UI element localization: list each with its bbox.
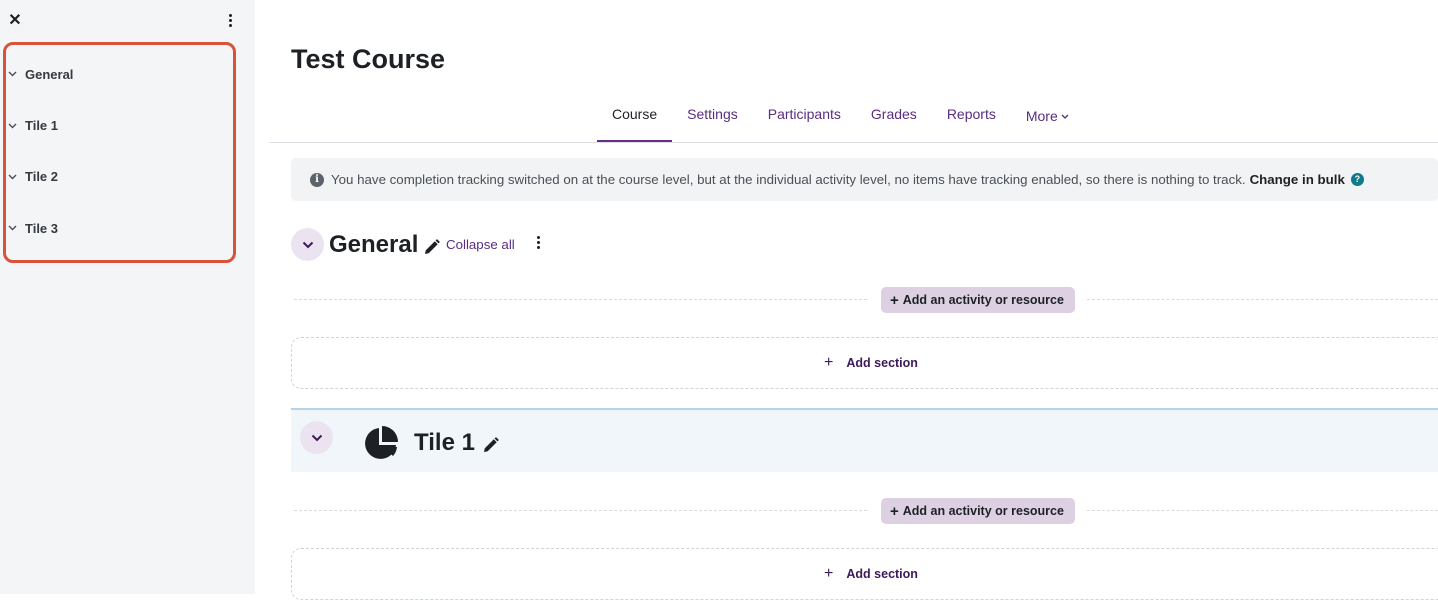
- change-in-bulk-link[interactable]: Change in bulk: [1250, 172, 1345, 187]
- index-item-tile-2[interactable]: Tile 2: [0, 151, 230, 202]
- tab-participants[interactable]: Participants: [753, 100, 856, 143]
- tab-reports[interactable]: Reports: [932, 100, 1011, 143]
- pencil-icon[interactable]: [482, 436, 500, 454]
- tab-grades[interactable]: Grades: [856, 100, 932, 143]
- index-item-tile-1[interactable]: Tile 1: [0, 100, 230, 151]
- index-item-tile-3[interactable]: Tile 3: [0, 203, 230, 254]
- page-title: Test Course: [291, 44, 446, 74]
- add-section-label: Add section: [846, 356, 918, 370]
- plus-icon: +: [890, 502, 899, 520]
- activity-divider: [294, 299, 867, 300]
- tab-more[interactable]: More: [1011, 100, 1084, 143]
- section-options-menu-icon[interactable]: [531, 234, 545, 252]
- help-icon[interactable]: ?: [1350, 173, 1364, 186]
- tab-settings[interactable]: Settings: [672, 100, 753, 143]
- pencil-icon[interactable]: [423, 238, 441, 256]
- general-collapse-toggle[interactable]: [291, 228, 324, 261]
- collapse-all-link[interactable]: Collapse all: [446, 237, 515, 252]
- activity-divider: [1087, 510, 1438, 511]
- alert-text: You have completion tracking switched on…: [331, 172, 1246, 187]
- drawer-options-menu-icon[interactable]: [221, 12, 239, 32]
- info-icon: i: [310, 172, 324, 187]
- tab-course[interactable]: Course: [597, 100, 673, 143]
- chevron-down-icon: [7, 121, 17, 131]
- course-index-drawer: ✕ General Tile 1 Tile 2 Tile 3: [0, 0, 255, 594]
- general-section-title: General: [329, 231, 419, 258]
- tile-1-section-title: Tile 1: [414, 429, 475, 456]
- activity-divider: [1087, 299, 1438, 300]
- nav-divider: [269, 142, 1438, 143]
- chevron-down-icon: [302, 241, 313, 248]
- chevron-down-icon: [311, 434, 322, 441]
- index-item-label: Tile 2: [25, 169, 59, 185]
- activity-divider: [294, 510, 867, 511]
- close-drawer-icon[interactable]: ✕: [6, 12, 24, 30]
- course-index-list: General Tile 1 Tile 2 Tile 3: [0, 48, 230, 254]
- plus-icon: +: [824, 354, 834, 371]
- chevron-down-icon: [1061, 100, 1069, 128]
- completion-info-alert: i You have completion tracking switched …: [291, 158, 1438, 201]
- chevron-down-icon: [7, 172, 17, 182]
- add-section-button[interactable]: + Add section: [291, 548, 1438, 600]
- plus-icon: +: [890, 291, 899, 309]
- index-item-general[interactable]: General: [0, 48, 230, 100]
- index-item-label: General: [25, 66, 74, 82]
- add-activity-button[interactable]: + Add an activity or resource: [881, 287, 1075, 313]
- index-item-label: Tile 3: [25, 220, 59, 236]
- add-activity-button[interactable]: + Add an activity or resource: [881, 498, 1075, 524]
- add-activity-label: Add an activity or resource: [902, 293, 1064, 307]
- chevron-down-icon: [7, 69, 17, 79]
- add-section-label: Add section: [846, 567, 918, 581]
- secondary-navigation: Course Settings Participants Grades Repo…: [597, 100, 1084, 143]
- add-section-button[interactable]: + Add section: [291, 337, 1438, 389]
- tile-1-collapse-toggle[interactable]: [300, 421, 333, 454]
- chevron-down-icon: [7, 223, 17, 233]
- plus-icon: +: [824, 565, 834, 582]
- main-content: Test Course Course Settings Participants…: [269, 0, 1438, 600]
- tab-more-label: More: [1025, 108, 1058, 124]
- pie-chart-icon: [363, 425, 399, 461]
- add-activity-label: Add an activity or resource: [902, 504, 1064, 518]
- index-item-label: Tile 1: [25, 118, 59, 134]
